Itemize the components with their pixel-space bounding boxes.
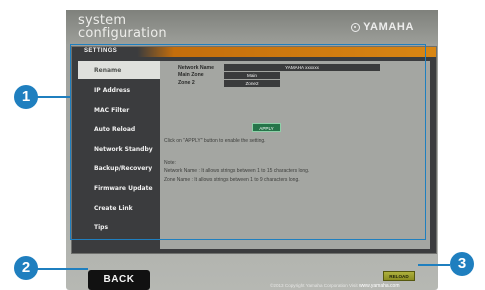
yamaha-logo-icon: [351, 22, 361, 32]
yamaha-link[interactable]: www.yamaha.com: [359, 283, 400, 289]
reload-button[interactable]: RELOAD: [383, 271, 415, 281]
copyright-notice: ©2013 Copyright Yamaha Corporation Visit: [270, 283, 358, 288]
callout-3-badge: 3: [450, 252, 474, 276]
callout-2-badge: 2: [14, 256, 38, 280]
callout-1-badge: 1: [14, 85, 38, 109]
settings-area-highlight: [70, 44, 426, 240]
callout-1-leader: [36, 96, 71, 98]
callout-2-leader: [36, 268, 88, 270]
back-button[interactable]: BACK: [88, 270, 150, 290]
header-bar: system configuration YAMAHA: [66, 10, 438, 44]
copyright-text: ©2013 Copyright Yamaha Corporation Visit…: [270, 283, 400, 289]
yamaha-logo: YAMAHA: [351, 21, 414, 33]
brand-title-line2: configuration: [78, 26, 167, 41]
footer-bar: BACK RELOAD ©2013 Copyright Yamaha Corpo…: [66, 258, 438, 290]
callout-3-leader: [418, 264, 450, 266]
logo-text: YAMAHA: [363, 21, 414, 33]
